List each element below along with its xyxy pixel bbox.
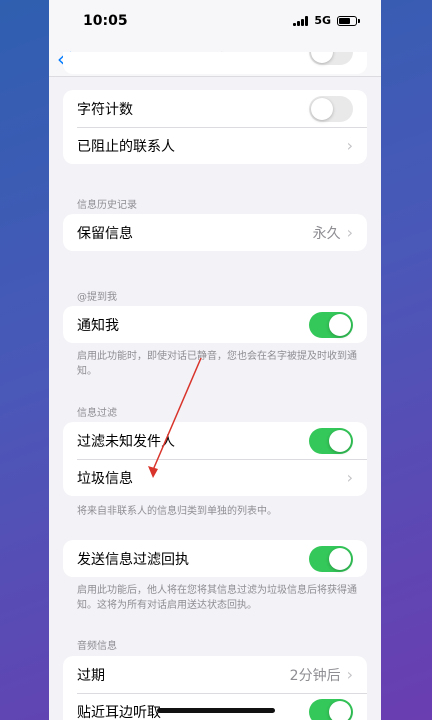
filter-receipt-toggle[interactable] (309, 545, 353, 572)
notify-me-toggle[interactable] (309, 311, 353, 338)
settings-group-mention: 通知我 (63, 306, 367, 343)
toggle-partial[interactable] (309, 52, 353, 65)
section-header-mention: @提到我 (77, 292, 117, 303)
status-indicators: 5G (293, 14, 360, 27)
chevron-right-icon: › (346, 665, 353, 684)
row-keep-messages[interactable]: 保留信息 永久 › (63, 214, 367, 251)
section-header-filter: 信息过滤 (77, 408, 117, 419)
settings-group-receipt: 发送信息过滤回执 (63, 540, 367, 577)
row-value: 永久 (312, 225, 341, 242)
filter-unknown-toggle[interactable] (309, 427, 353, 454)
battery-icon (337, 15, 360, 26)
signal-icon (293, 15, 309, 26)
section-footer-receipt: 启用此功能后，他人将在您将其信息过滤为垃圾信息后将获得通知。这将为所有对话启用送… (77, 585, 357, 611)
status-bar: 10:05 5G (49, 0, 381, 42)
row-junk-messages[interactable]: 垃圾信息 › (63, 459, 367, 496)
chevron-right-icon: › (346, 136, 353, 155)
row-notify-me[interactable]: 通知我 (63, 306, 367, 343)
phone-screen: 10:05 5G ‹ 设置 信息 字符计数 已阻止的联系人 › (49, 0, 381, 720)
battery-fill (339, 17, 350, 24)
row-label: 发送信息过滤回执 (77, 551, 189, 568)
row-character-count[interactable]: 字符计数 (63, 90, 367, 127)
chevron-right-icon: › (346, 223, 353, 242)
row-label: 字符计数 (77, 101, 133, 118)
network-label: 5G (314, 14, 331, 27)
row-filter-receipt[interactable]: 发送信息过滤回执 (63, 540, 367, 577)
row-raise-to-listen[interactable]: 贴近耳边听取 (63, 693, 367, 720)
row-blocked-contacts[interactable]: 已阻止的联系人 › (63, 127, 367, 164)
home-indicator (157, 708, 275, 713)
row-value: 2分钟后 (289, 667, 341, 684)
row-label: 过滤未知发件人 (77, 433, 175, 450)
row-label: 垃圾信息 (77, 470, 133, 487)
row-label: 贴近耳边听取 (77, 704, 161, 720)
section-header-history: 信息历史记录 (77, 200, 137, 211)
settings-group-filter: 过滤未知发件人 垃圾信息 › (63, 422, 367, 496)
scrolled-row-partial (63, 52, 367, 74)
settings-group-history: 保留信息 永久 › (63, 214, 367, 251)
section-footer-filter: 将来自非联系人的信息归类到单独的列表中。 (77, 506, 277, 517)
settings-group-top: 字符计数 已阻止的联系人 › (63, 90, 367, 164)
raise-to-listen-toggle[interactable] (309, 698, 353, 720)
section-header-audio: 音频信息 (77, 641, 117, 652)
status-time: 10:05 (83, 13, 128, 29)
row-label: 通知我 (77, 317, 119, 334)
section-footer-mention: 启用此功能时，即使对话已静音，您也会在名字被提及时收到通知。 (77, 351, 357, 377)
row-label: 过期 (77, 667, 105, 684)
row-expire[interactable]: 过期 2分钟后 › (63, 656, 367, 693)
chevron-right-icon: › (346, 468, 353, 487)
row-label: 保留信息 (77, 225, 133, 242)
row-filter-unknown[interactable]: 过滤未知发件人 (63, 422, 367, 459)
character-count-toggle[interactable] (309, 95, 353, 122)
row-label: 已阻止的联系人 (77, 138, 175, 155)
